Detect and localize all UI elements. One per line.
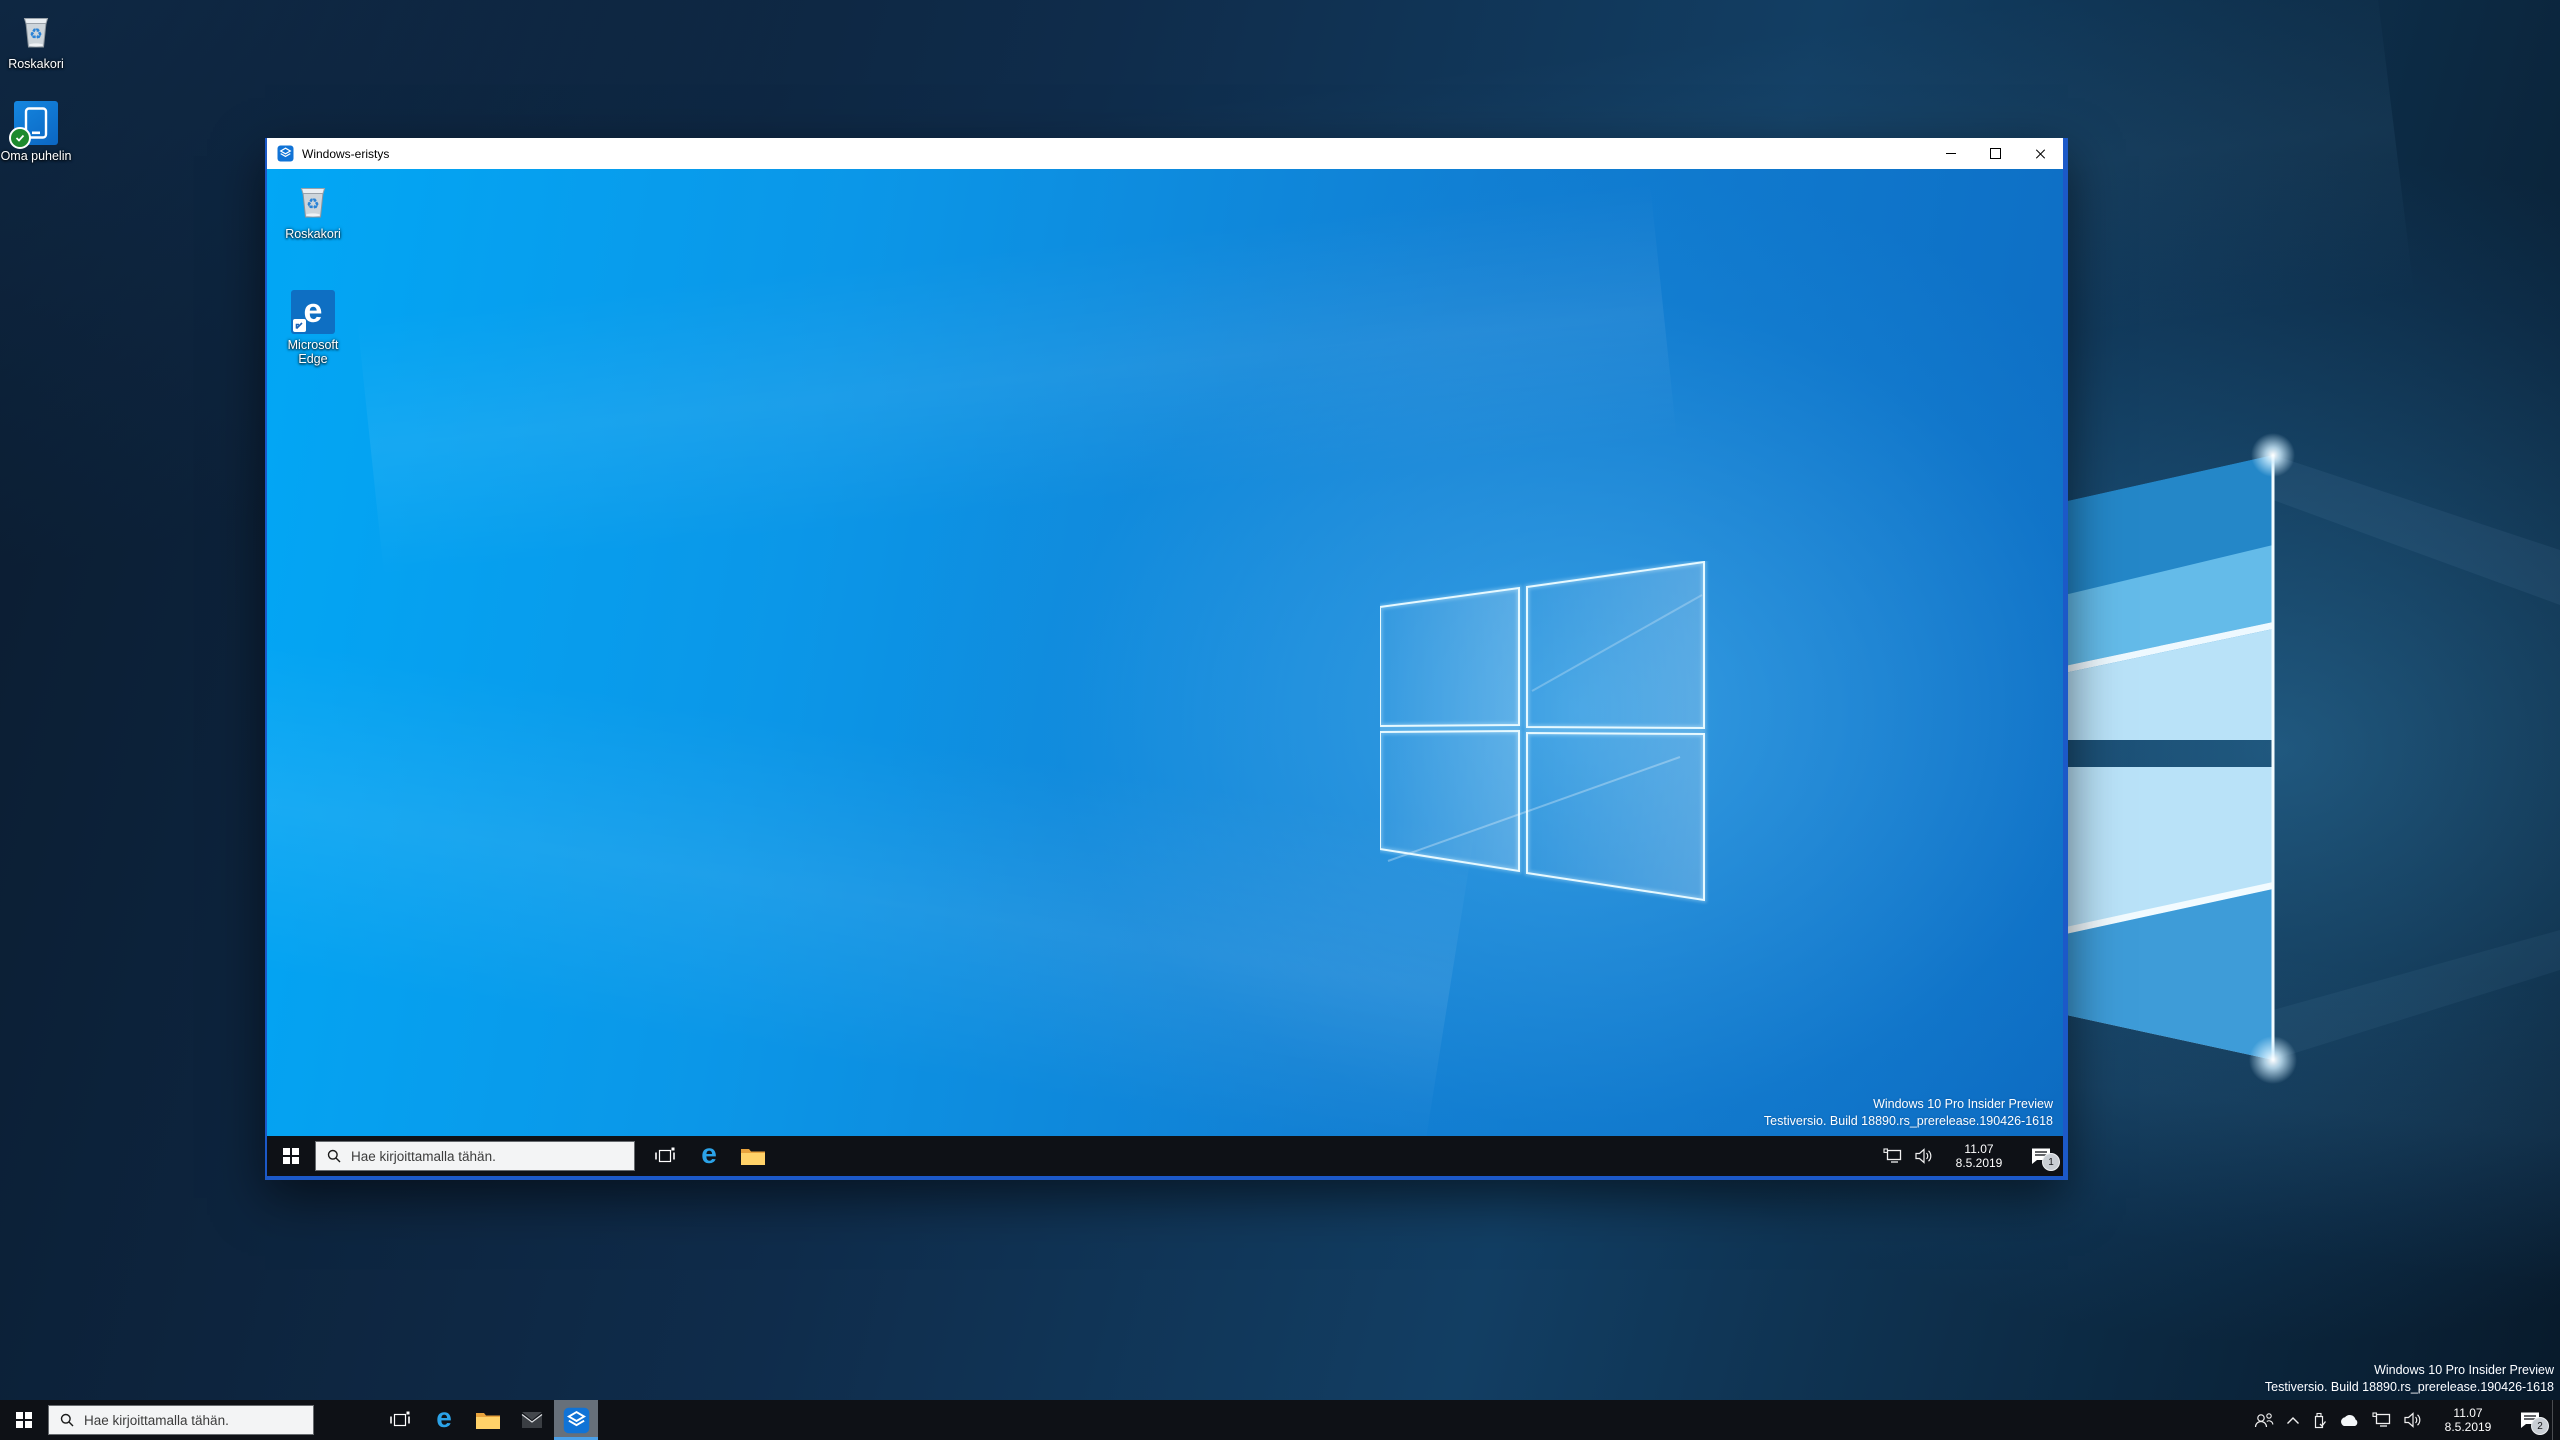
network-button[interactable]: [2366, 1400, 2398, 1440]
notification-badge: 1: [2042, 1153, 2060, 1171]
recycle-bin-icon: ♻: [290, 178, 336, 224]
clock-date: 8.5.2019: [1943, 1156, 2015, 1170]
edge-icon: e: [701, 1140, 717, 1168]
start-button[interactable]: [267, 1136, 315, 1176]
desktop-icon-microsoft-edge[interactable]: e Microsoft Edge: [277, 289, 349, 366]
edge-icon: e: [436, 1404, 452, 1432]
task-view-button[interactable]: [643, 1136, 687, 1176]
watermark-line2: Testiversio. Build 18890.rs_prerelease.1…: [2265, 1379, 2554, 1396]
clock-time: 11.07: [2432, 1406, 2504, 1420]
sandbox-taskbar: e: [267, 1136, 2063, 1176]
host-taskbar: e: [0, 1400, 2560, 1440]
task-view-icon: [389, 1410, 411, 1430]
desktop-icon-label: Microsoft Edge: [277, 338, 349, 366]
search-input[interactable]: [82, 1412, 313, 1429]
notification-badge: 2: [2531, 1417, 2549, 1435]
minimize-icon: [1946, 153, 1956, 154]
sandbox-desktop: ♻ Roskakori e Microsoft Edge: [267, 169, 2063, 1136]
maximize-button[interactable]: [1973, 138, 2018, 169]
desktop-icon-your-phone[interactable]: Oma puhelin: [0, 100, 72, 163]
file-explorer-icon: [740, 1146, 766, 1166]
desktop-icon-recycle-bin[interactable]: ♻ Roskakori: [277, 178, 349, 241]
wallpaper-light-beam: [267, 633, 1475, 1136]
svg-text:♻: ♻: [306, 195, 319, 213]
sandbox-titlebar[interactable]: Windows-eristys: [267, 138, 2063, 169]
show-desktop-button[interactable]: [2552, 1400, 2560, 1440]
task-view-icon: [654, 1146, 676, 1166]
taskbar-clock[interactable]: 11.07 8.5.2019: [2428, 1406, 2508, 1434]
windows-sandbox-icon: [563, 1407, 590, 1434]
file-explorer-button[interactable]: [731, 1136, 775, 1176]
usb-icon: [2312, 1412, 2326, 1429]
desktop-icon-recycle-bin[interactable]: ♻ Roskakori: [0, 8, 72, 71]
network-button[interactable]: [1877, 1136, 1909, 1176]
taskbar-search[interactable]: [315, 1141, 635, 1171]
volume-button[interactable]: [2398, 1400, 2428, 1440]
taskbar-clock[interactable]: 11.07 8.5.2019: [1939, 1142, 2019, 1170]
usb-button[interactable]: [2306, 1400, 2332, 1440]
windows-sandbox-icon: [277, 145, 294, 162]
people-icon: [2254, 1412, 2274, 1428]
system-tray: 11.07 8.5.2019 1: [1877, 1136, 2063, 1176]
windows-sandbox-taskbar-button[interactable]: [554, 1400, 598, 1440]
system-tray: 11.07 8.5.2019 2: [2248, 1400, 2560, 1440]
taskbar-search[interactable]: [48, 1405, 314, 1435]
search-input[interactable]: [349, 1148, 634, 1165]
network-icon: [2372, 1412, 2392, 1428]
chevron-up-icon: [2286, 1416, 2300, 1425]
window-title: Windows-eristys: [302, 147, 1928, 161]
onedrive-cloud-icon: [2338, 1413, 2360, 1427]
svg-text:♻: ♻: [29, 25, 42, 43]
start-icon: [283, 1148, 300, 1165]
edge-taskbar-button[interactable]: e: [422, 1400, 466, 1440]
check-badge-icon: [9, 127, 31, 149]
people-button[interactable]: [2248, 1400, 2280, 1440]
edge-taskbar-button[interactable]: e: [687, 1136, 731, 1176]
wallpaper-light-beam: [357, 182, 1677, 576]
maximize-icon: [1990, 148, 2001, 159]
outer-desktop: ♻ Roskakori Oma puhelin Windows 10 Pro I…: [0, 0, 2560, 1440]
start-button[interactable]: [0, 1400, 48, 1440]
network-icon: [1883, 1148, 1903, 1164]
recycle-bin-icon: ♻: [13, 8, 59, 54]
shortcut-arrow-icon: [293, 319, 306, 332]
file-explorer-icon: [475, 1410, 501, 1430]
action-center-button[interactable]: 1: [2019, 1136, 2063, 1176]
tray-overflow-button[interactable]: [2280, 1400, 2306, 1440]
desktop-icon-label: Roskakori: [285, 227, 341, 241]
edge-glyph: e: [304, 294, 323, 328]
sandbox-window: Windows-eristys: [265, 138, 2068, 1180]
start-icon: [16, 1412, 33, 1429]
close-button[interactable]: [2018, 138, 2063, 169]
volume-icon: [1915, 1148, 1933, 1164]
watermark-line1: Windows 10 Pro Insider Preview: [2265, 1362, 2554, 1379]
minimize-button[interactable]: [1928, 138, 1973, 169]
action-center-button[interactable]: 2: [2508, 1400, 2552, 1440]
watermark-line1: Windows 10 Pro Insider Preview: [1764, 1096, 2053, 1113]
mail-icon: [520, 1411, 544, 1429]
build-watermark: Windows 10 Pro Insider Preview Testivers…: [1764, 1096, 2053, 1130]
build-watermark: Windows 10 Pro Insider Preview Testivers…: [2265, 1362, 2554, 1396]
volume-icon: [2404, 1412, 2422, 1428]
hero-windows-logo: [1380, 561, 1716, 905]
file-explorer-button[interactable]: [466, 1400, 510, 1440]
volume-button[interactable]: [1909, 1136, 1939, 1176]
search-icon: [60, 1413, 74, 1427]
task-view-button[interactable]: [378, 1400, 422, 1440]
clock-date: 8.5.2019: [2432, 1420, 2504, 1434]
edge-icon: e: [290, 289, 336, 335]
onedrive-button[interactable]: [2332, 1400, 2366, 1440]
close-icon: [2035, 148, 2047, 160]
clock-time: 11.07: [1943, 1142, 2015, 1156]
search-icon: [327, 1149, 341, 1163]
watermark-line2: Testiversio. Build 18890.rs_prerelease.1…: [1764, 1113, 2053, 1130]
desktop-icon-label: Oma puhelin: [1, 149, 72, 163]
desktop-icon-label: Roskakori: [8, 57, 64, 71]
your-phone-icon: [13, 100, 59, 146]
mail-button[interactable]: [510, 1400, 554, 1440]
